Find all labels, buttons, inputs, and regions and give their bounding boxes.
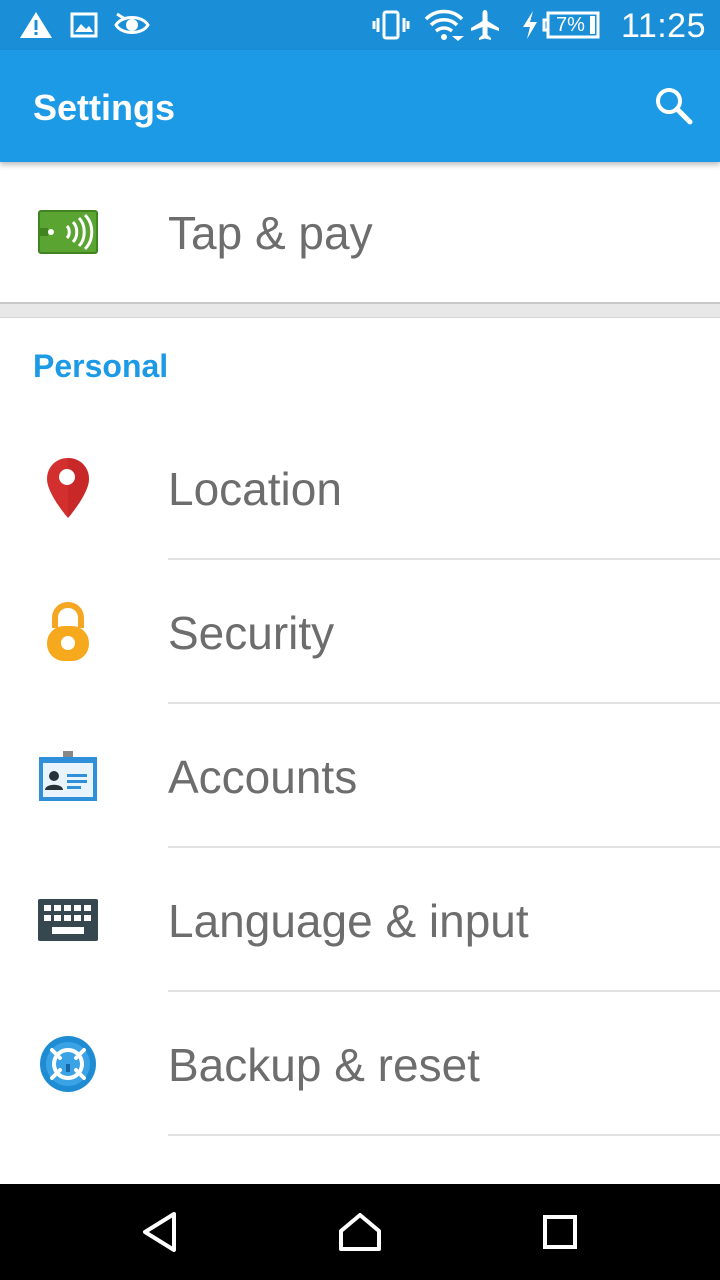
eye-icon: [113, 0, 151, 50]
lock-icon: [36, 600, 100, 664]
status-bar: 7% 11:25: [0, 0, 720, 50]
settings-item-security[interactable]: Security: [0, 560, 720, 704]
vibrate-icon: [372, 0, 410, 50]
keyboard-icon: [36, 888, 100, 952]
language-input-label: Language & input: [168, 895, 529, 947]
battery-percent: 7%: [556, 14, 585, 36]
section-header-personal: Personal: [33, 348, 169, 384]
navigation-bar: [0, 1184, 720, 1280]
search-button[interactable]: [650, 82, 698, 130]
back-button[interactable]: [128, 1200, 192, 1264]
wifi-icon: [424, 0, 464, 50]
tap-and-pay-item[interactable]: Tap & pay: [0, 162, 720, 302]
location-pin-icon: [36, 456, 100, 520]
search-icon: [656, 88, 693, 125]
image-icon: [70, 0, 98, 50]
backup-icon: [36, 1032, 100, 1096]
battery-icon: 7%: [542, 0, 602, 50]
account-card-icon: [36, 744, 100, 808]
status-clock: 11:25: [620, 7, 706, 45]
section-divider: [0, 302, 720, 318]
settings-item-accounts[interactable]: Accounts: [0, 704, 720, 848]
recents-button[interactable]: [528, 1200, 592, 1264]
airplane-icon: [470, 0, 500, 50]
home-button[interactable]: [328, 1200, 392, 1264]
item-divider: [168, 1134, 720, 1136]
charging-icon: [520, 0, 540, 50]
page-title: Settings: [33, 87, 176, 128]
settings-item-language-input[interactable]: Language & input: [0, 848, 720, 992]
recents-icon: [543, 1215, 577, 1249]
tap-and-pay-label: Tap & pay: [168, 207, 373, 259]
accounts-label: Accounts: [168, 751, 358, 803]
backup-reset-label: Backup & reset: [168, 1039, 480, 1091]
nfc-icon: [36, 200, 100, 264]
warning-icon: [18, 0, 54, 50]
app-bar: Settings: [0, 50, 720, 162]
home-icon: [339, 1213, 381, 1251]
back-icon: [143, 1212, 176, 1252]
location-label: Location: [168, 463, 342, 515]
settings-item-location[interactable]: Location: [0, 416, 720, 560]
security-label: Security: [168, 607, 335, 659]
settings-item-backup-reset[interactable]: Backup & reset: [0, 992, 720, 1136]
